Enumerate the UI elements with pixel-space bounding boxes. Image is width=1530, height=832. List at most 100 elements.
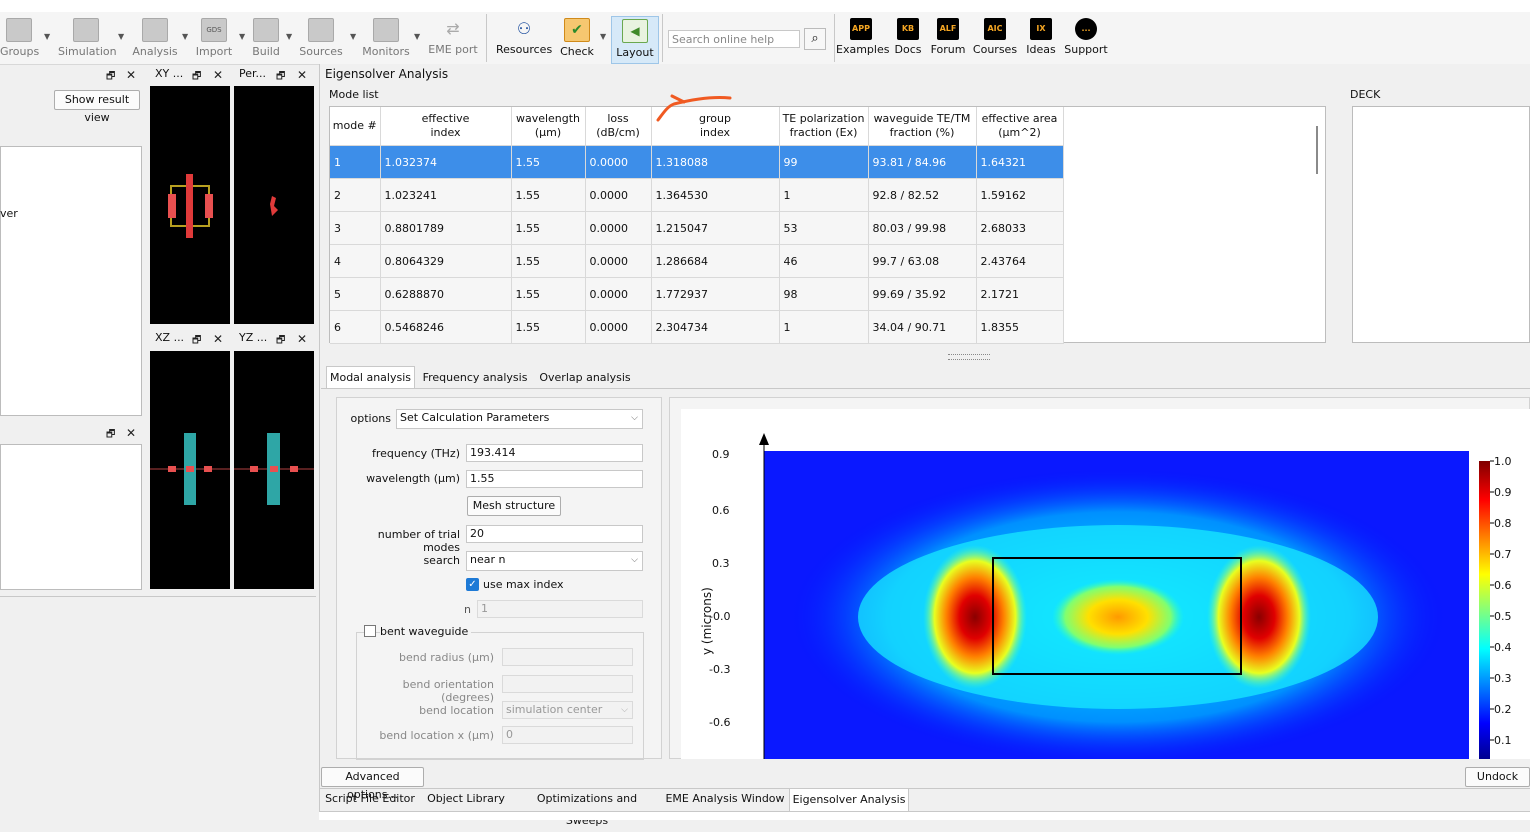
perspective-view[interactable] (234, 86, 314, 324)
analysis-button[interactable]: Analysis (132, 16, 178, 62)
build-label: Build (252, 45, 280, 58)
n-input[interactable]: 1 (477, 600, 643, 618)
table-cell: 1.364530 (651, 178, 780, 212)
close-icon[interactable]: ✕ (213, 332, 223, 346)
table-row[interactable]: 4 0.8064329 1.55 0.0000 1.286684 46 99.7 / 63.… (330, 244, 1064, 278)
simulation-label: Simulation (58, 45, 117, 58)
column-header[interactable]: effective index (380, 107, 512, 146)
frequency-input[interactable]: 193.414 (466, 444, 643, 462)
simulation-button[interactable]: Simulation (58, 16, 117, 62)
tab-frequency-analysis[interactable]: Frequency analysis (420, 367, 530, 389)
wavelength-input[interactable]: 1.55 (466, 470, 643, 488)
column-header[interactable]: wavelength (µm) (511, 107, 586, 146)
table-cell: 2.43764 (976, 244, 1064, 278)
column-header-text: loss (607, 112, 629, 125)
tab-object-library[interactable]: Object Library (423, 788, 509, 810)
table-scrollbar[interactable] (1316, 126, 1318, 174)
check-dropdown-icon[interactable]: ▼ (600, 32, 606, 41)
monitors-dropdown-icon[interactable]: ▼ (414, 32, 420, 41)
restore-icon[interactable]: 🗗 (192, 69, 201, 86)
bent-waveguide-checkbox[interactable] (364, 625, 376, 637)
support-button[interactable]: ... Support (1064, 16, 1108, 62)
eme-port-button[interactable]: ⇄ EME port (428, 16, 478, 62)
groups-dropdown-icon[interactable]: ▼ (44, 32, 50, 41)
mode-field-plot: 0.9 0.6 0.3 -0.0 -0.3 -0.6 y (microns) 1… (700, 433, 1512, 767)
bend-location-x-input[interactable]: 0 (502, 726, 633, 744)
tab-overlap-analysis[interactable]: Overlap analysis (536, 367, 634, 389)
import-button[interactable]: GDS Import (194, 16, 234, 62)
restore-icon[interactable]: 🗗 (276, 69, 285, 86)
tab-modal-analysis[interactable]: Modal analysis (326, 366, 415, 388)
table-cell: 0.0000 (585, 310, 652, 344)
show-result-view-button[interactable]: Show result view (54, 90, 140, 124)
resources-button[interactable]: ⚇ Resources (496, 16, 552, 62)
bend-location-select[interactable]: simulation center ⌵ (502, 701, 633, 719)
bend-orientation-input[interactable] (502, 675, 633, 693)
tab-optimizations-and-sweeps[interactable]: Optimizations and Sweeps (515, 788, 659, 827)
table-cell: 1.55 (511, 310, 586, 344)
column-header[interactable]: effective area (µm^2) (976, 107, 1064, 146)
column-header[interactable]: loss (dB/cm) (585, 107, 652, 146)
column-header[interactable]: mode # (330, 107, 381, 146)
analysis-dropdown-icon[interactable]: ▼ (182, 32, 188, 41)
tab-eigensolver-analysis[interactable]: Eigensolver Analysis (789, 788, 909, 811)
table-cell: 2.68033 (976, 211, 1064, 245)
yz-view[interactable] (234, 351, 314, 589)
groups-button[interactable]: Groups (0, 16, 39, 62)
table-row[interactable]: 3 0.8801789 1.55 0.0000 1.215047 53 80.03 / 99… (330, 211, 1064, 245)
layout-button[interactable]: ◀ Layout (611, 16, 659, 64)
sources-button[interactable]: Sources (298, 16, 344, 62)
ideas-label: Ideas (1026, 43, 1056, 56)
close-icon[interactable]: ✕ (297, 68, 307, 82)
table-row[interactable]: 2 1.023241 1.55 0.0000 1.364530 1 92.8 / 82.52… (330, 178, 1064, 212)
splitter-handle[interactable] (948, 354, 990, 360)
column-header[interactable]: waveguide TE/TM fraction (%) (868, 107, 977, 146)
import-dropdown-icon[interactable]: ▼ (239, 32, 245, 41)
build-dropdown-icon[interactable]: ▼ (286, 32, 292, 41)
tab-eme-analysis-window[interactable]: EME Analysis Window (664, 788, 786, 810)
table-cell: 2.304734 (651, 310, 780, 344)
tab-script-file-editor[interactable]: Script File Editor (322, 788, 418, 810)
close-icon[interactable]: ✕ (213, 68, 223, 82)
undock-button[interactable]: Undock (1465, 767, 1530, 787)
restore-icon[interactable]: 🗗 (106, 427, 115, 444)
use-max-index-checkbox[interactable]: ✓ (466, 578, 479, 591)
build-button[interactable]: Build (250, 16, 282, 62)
mesh-structure-button[interactable]: Mesh structure (467, 496, 561, 516)
xz-view[interactable] (150, 351, 230, 589)
simulation-dropdown-icon[interactable]: ▼ (118, 32, 124, 41)
close-icon[interactable]: ✕ (297, 332, 307, 346)
monitors-button[interactable]: Monitors (362, 16, 410, 62)
restore-icon[interactable]: 🗗 (192, 333, 201, 350)
check-button[interactable]: ✔ Check (558, 16, 596, 62)
courses-button[interactable]: AIC Courses (972, 16, 1018, 62)
table-cell: 1.318088 (651, 145, 780, 179)
close-icon[interactable]: ✕ (126, 426, 136, 440)
plot-canvas[interactable]: 0.9 0.6 0.3 -0.0 -0.3 -0.6 y (microns) 1… (681, 409, 1530, 767)
options-select[interactable]: Set Calculation Parameters ⌵ (396, 409, 643, 429)
forum-button[interactable]: ALF Forum (930, 16, 966, 62)
search-help-input[interactable]: Search online help (668, 30, 800, 48)
ideas-button[interactable]: IX Ideas (1024, 16, 1058, 62)
close-icon[interactable]: ✕ (126, 68, 136, 82)
bend-radius-input[interactable] (502, 648, 633, 666)
sources-dropdown-icon[interactable]: ▼ (350, 32, 356, 41)
advanced-options-button[interactable]: Advanced options... (321, 767, 424, 801)
table-row[interactable]: 5 0.6288870 1.55 0.0000 1.772937 98 99.69 / 35… (330, 277, 1064, 311)
search-mode-select[interactable]: near n ⌵ (466, 551, 643, 571)
restore-icon[interactable]: 🗗 (106, 69, 115, 86)
tree-item-label[interactable]: ver (0, 207, 18, 220)
column-header[interactable]: TE polarization fraction (Ex) (779, 107, 869, 146)
search-icon[interactable]: ⌕ (804, 28, 826, 50)
trial-modes-input[interactable]: 20 (466, 525, 643, 543)
table-cell: 0.8801789 (380, 211, 512, 245)
restore-icon[interactable]: 🗗 (276, 333, 285, 350)
docs-button[interactable]: KB Docs (892, 16, 924, 62)
examples-button[interactable]: APP Examples (836, 16, 889, 62)
table-row[interactable]: 6 0.5468246 1.55 0.0000 2.304734 1 34.04 / 90.… (330, 310, 1064, 344)
y-tick-label: 0.9 (712, 448, 730, 461)
xy-view[interactable] (150, 86, 230, 324)
field-right-lobe (1207, 545, 1311, 689)
table-row[interactable]: 1 1.032374 1.55 0.0000 1.318088 99 93.81 / 84.… (330, 145, 1064, 179)
table-cell: 6 (330, 310, 381, 344)
